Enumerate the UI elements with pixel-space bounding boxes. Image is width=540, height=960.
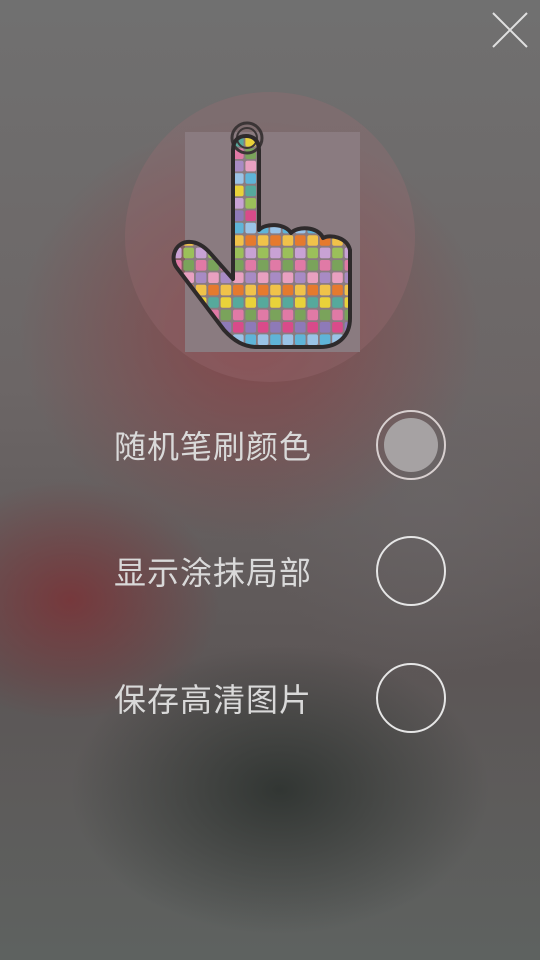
- option-row-save-hd-image: 保存高清图片: [0, 662, 540, 738]
- option-label: 显示涂抹局部: [114, 554, 313, 592]
- option-label: 随机笔刷颜色: [114, 428, 313, 466]
- close-button[interactable]: [490, 10, 530, 50]
- hero-illustration: [125, 92, 415, 382]
- pointing-hand-mosaic-icon: [171, 121, 360, 352]
- show-smear-area-toggle[interactable]: [376, 536, 446, 606]
- random-brush-color-toggle[interactable]: [376, 410, 446, 480]
- close-icon: [492, 12, 528, 48]
- toggle-knob: [384, 418, 438, 472]
- option-row-show-smear-area: 显示涂抹局部: [0, 535, 540, 611]
- option-label: 保存高清图片: [114, 681, 313, 719]
- save-hd-image-toggle[interactable]: [376, 663, 446, 733]
- option-row-random-brush-color: 随机笔刷颜色: [0, 409, 540, 485]
